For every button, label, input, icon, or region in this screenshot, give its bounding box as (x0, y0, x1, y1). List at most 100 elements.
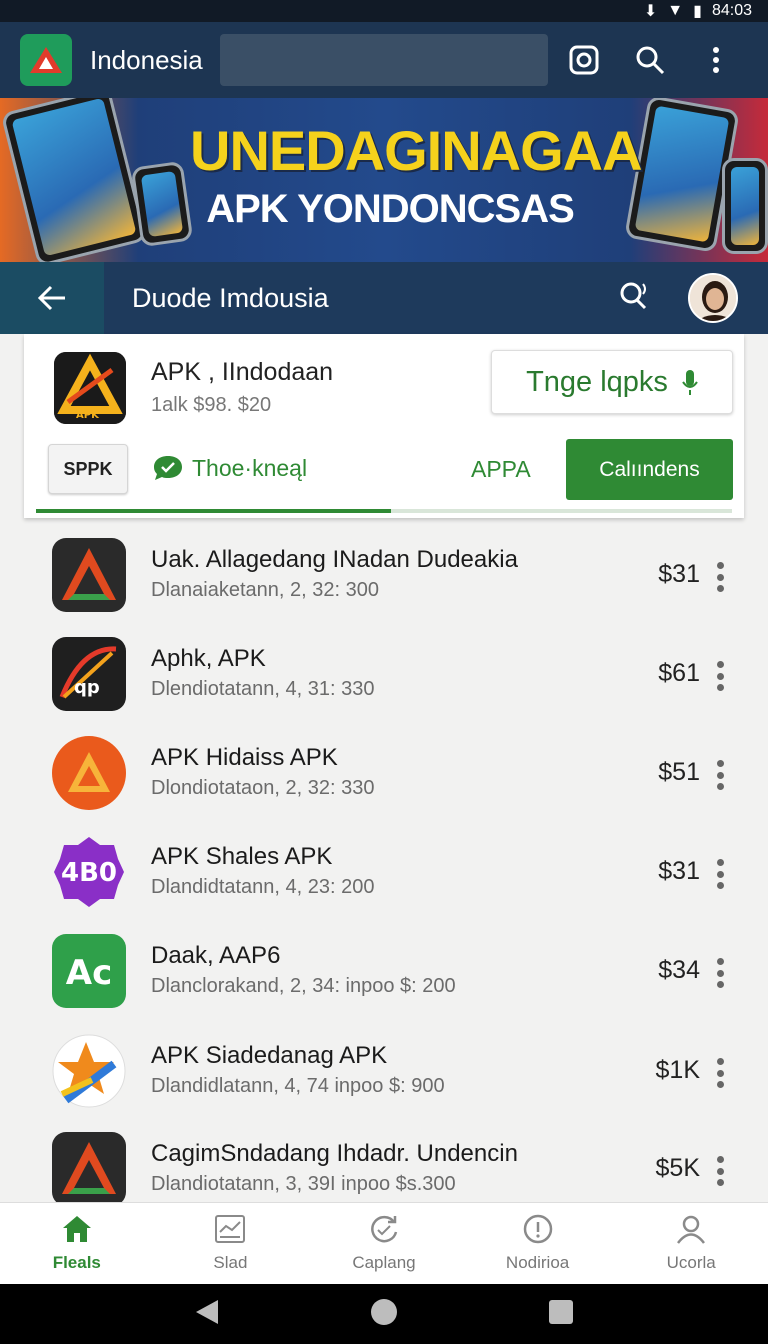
app-logo-icon[interactable] (20, 34, 72, 86)
svg-text:Ac: Ac (66, 953, 112, 993)
nav-item-nodirioa[interactable]: Nodirioa (461, 1203, 615, 1284)
list-item-price: $5K (655, 1154, 700, 1182)
featured-app-price: 1alk $98. $20 (151, 394, 272, 416)
banner-phone-image (722, 158, 768, 254)
secondary-chip-label: Thoe·kneąl (192, 454, 308, 481)
featured-app-card[interactable]: APK APK , IIndodaan 1alk $98. $20 Tnge l… (24, 334, 744, 518)
download-progress (36, 509, 732, 513)
list-item-name: Daak, AAP6 (151, 942, 281, 969)
list-item[interactable]: APK Hidaiss APK Dlondiotataon, 2, 32: 330… (0, 724, 768, 823)
app-bar: Indonesia (0, 22, 768, 98)
nav-item-label: Caplang (352, 1253, 416, 1272)
green-ac-icon: Ac (52, 934, 126, 1008)
search-field[interactable] (220, 34, 548, 86)
list-item[interactable]: Uak. Allagedang INadan Dudeakia Dlanaiake… (0, 526, 768, 625)
voice-action-button[interactable]: Tnge lqpks (491, 350, 733, 414)
orange-triangle-icon (52, 736, 126, 810)
svg-text:qp: qp (74, 677, 100, 698)
sub-title: Duode Imdousia (132, 282, 329, 313)
system-recents-icon[interactable] (548, 1299, 574, 1330)
list-item[interactable]: Ac Daak, AAP6 Dlanclorakand, 2, 34: inpoo … (0, 922, 768, 1021)
chat-bubble-icon (154, 456, 182, 480)
chart-icon (214, 1214, 246, 1249)
nav-item-caplang[interactable]: Caplang (307, 1203, 461, 1284)
voice-action-label: Tnge lqpks (526, 365, 668, 398)
status-time: 84:03 (711, 2, 752, 19)
list-item[interactable]: 4B0 APK Shales APK Dlandidtatann, 4, 23: 2… (0, 823, 768, 922)
microphone-icon (682, 370, 698, 395)
secondary-chip[interactable]: Thoe·kneąl (152, 454, 307, 482)
more-options-icon[interactable] (708, 859, 732, 889)
svg-text:APK: APK (76, 410, 100, 421)
list-item-subtitle: Dlendiotatann, 4, 31: 330 (151, 678, 375, 700)
featured-app-icon: APK (54, 352, 126, 424)
banner-phone-image (130, 160, 194, 248)
home-icon (61, 1214, 93, 1249)
nav-item-fleals[interactable]: Fleals (0, 1203, 154, 1284)
list-item-subtitle: Dlanclorakand, 2, 34: inpoo $: 200 (151, 975, 456, 997)
status-bar: ⬇ ▼ ▮ 84:03 (0, 0, 768, 22)
more-options-icon[interactable] (708, 958, 732, 988)
list-item-subtitle: Dlandiotatann, 3, 39I inpoo $s.300 (151, 1173, 456, 1195)
download-icon: ⬇ (643, 3, 658, 20)
list-item-name: CagimSndadang Ihdadr. Undencin (151, 1140, 518, 1167)
list-item[interactable]: APK Siadedanag APK Dlandidlatann, 4, 74 i… (0, 1022, 768, 1121)
system-back-icon[interactable] (194, 1298, 220, 1331)
nav-item-label: Nodirioa (505, 1253, 570, 1272)
sppk-chip[interactable]: SPPK (48, 444, 128, 494)
list-item-price: $34 (658, 956, 700, 984)
more-options-icon[interactable] (708, 1156, 732, 1186)
list-item-name: Aphk, APK (151, 645, 266, 672)
more-options-icon[interactable] (708, 562, 732, 592)
star-pencil-icon (52, 1034, 126, 1108)
purple-badge-icon: 4B0 (52, 835, 126, 909)
list-item-subtitle: Dlandidtatann, 4, 23: 200 (151, 876, 375, 898)
banner-title: UNEDAGINAGAA (190, 119, 643, 182)
list-item-price: $31 (658, 560, 700, 588)
more-vert-icon[interactable] (698, 42, 734, 78)
user-icon (675, 1214, 707, 1249)
avatar[interactable] (688, 273, 738, 323)
system-home-icon[interactable] (369, 1297, 399, 1332)
red-a-dark-icon (52, 538, 126, 612)
nav-item-slad[interactable]: Slad (154, 1203, 308, 1284)
primary-button[interactable]: Calıındens (566, 439, 733, 500)
nav-item-label: Slad (213, 1253, 248, 1272)
wifi-icon: ▼ (667, 2, 684, 19)
list-item-name: APK Hidaiss APK (151, 744, 338, 771)
back-button[interactable] (0, 262, 104, 334)
nav-item-ucorla[interactable]: Ucorla (614, 1203, 768, 1284)
list-item-subtitle: Dlanaiaketann, 2, 32: 300 (151, 579, 379, 601)
camera-icon[interactable] (566, 42, 602, 78)
list-item-price: $31 (658, 857, 700, 885)
sub-bar: Duode Imdousia (0, 262, 768, 334)
more-options-icon[interactable] (708, 760, 732, 790)
app-list: Uak. Allagedang INadan Dudeakia Dlanaiake… (0, 526, 768, 1202)
voice-search-icon[interactable] (618, 280, 650, 317)
bottom-nav: Fleals Slad Caplang Nodirioa Ucorla (0, 1202, 768, 1284)
list-item-price: $1K (655, 1056, 700, 1084)
svg-text:4B0: 4B0 (61, 858, 117, 888)
nav-item-label: Ucorla (666, 1253, 716, 1272)
arrow-left-icon (37, 285, 65, 311)
featured-app-name: APK , IIndodaan (151, 358, 334, 386)
appa-link[interactable]: APPA (471, 456, 531, 483)
list-item-name: APK Siadedanag APK (151, 1042, 388, 1069)
download-progress-fill (36, 509, 391, 513)
list-item-price: $61 (658, 659, 700, 687)
list-item[interactable]: CagimSndadang Ihdadr. Undencin Dlandiotat… (0, 1120, 768, 1202)
banner-phone-image (0, 98, 148, 262)
nav-item-label: Fleals (52, 1253, 101, 1272)
search-icon[interactable] (632, 42, 668, 78)
more-options-icon[interactable] (708, 661, 732, 691)
list-item-name: APK Shales APK (151, 843, 333, 870)
refresh-icon (368, 1214, 400, 1249)
more-options-icon[interactable] (708, 1058, 732, 1088)
list-item-name: Uak. Allagedang INadan Dudeakia (151, 546, 518, 573)
list-item[interactable]: qp Aphk, APK Dlendiotatann, 4, 31: 330 $61 (0, 625, 768, 724)
system-nav-bar (0, 1284, 768, 1344)
info-icon (522, 1214, 554, 1249)
red-a-dark-icon (52, 1132, 126, 1202)
app-title: Indonesia (90, 44, 203, 75)
promo-banner[interactable]: UNEDAGINAGAA APK YONDONCSAS (0, 98, 768, 262)
